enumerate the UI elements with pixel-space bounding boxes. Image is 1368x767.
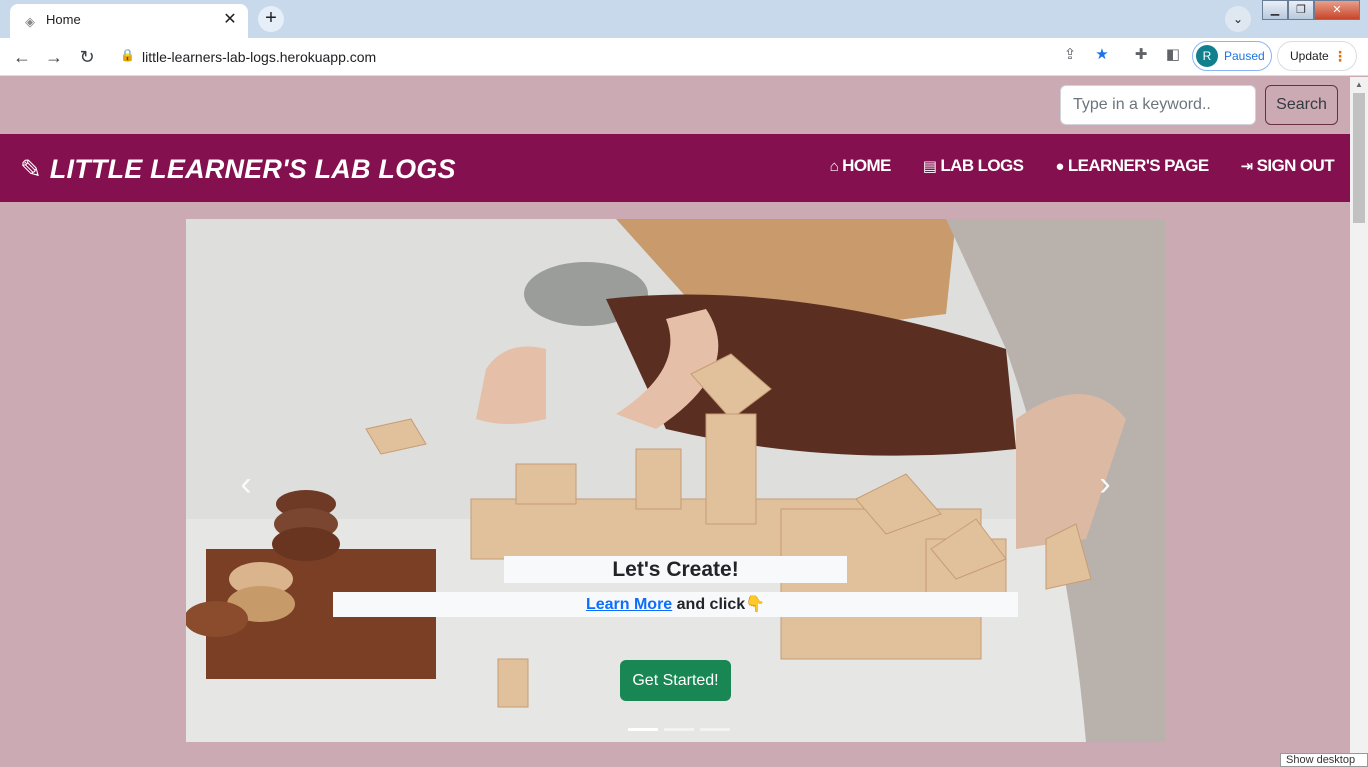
pencil-icon: ✎	[20, 153, 42, 184]
nav-home-label: HOME	[842, 156, 891, 175]
learn-more-link[interactable]: Learn More	[586, 596, 672, 613]
star-icon[interactable]: ★	[1092, 45, 1112, 65]
nav-learners-page[interactable]: ● LEARNER'S PAGE	[1055, 156, 1209, 176]
search-input[interactable]	[1060, 85, 1256, 125]
brand-title: LITTLE LEARNER'S LAB LOGS	[49, 153, 456, 184]
show-desktop-tooltip: Show desktop	[1280, 753, 1368, 767]
carousel-prev-icon[interactable]: ‹	[231, 464, 261, 504]
avatar: R	[1196, 45, 1218, 67]
caption-rest-text: and click👇	[672, 596, 766, 613]
close-window-icon[interactable]: ✕	[1314, 0, 1360, 20]
nav-learners-page-label: LEARNER'S PAGE	[1067, 156, 1209, 175]
carousel-caption-title: Let's Create!	[504, 556, 847, 583]
brand-link[interactable]: ✎ LITTLE LEARNER'S LAB LOGS	[20, 152, 456, 186]
nav-sign-out[interactable]: ⇥ SIGN OUT	[1240, 156, 1335, 176]
back-icon[interactable]: ←	[10, 45, 34, 69]
scroll-up-icon[interactable]: ▲	[1355, 80, 1363, 89]
browser-tabstrip: ◈ Home ✕ + ⌄ ▁ ❐ ✕	[0, 0, 1368, 38]
update-button[interactable]: Update ⋮	[1277, 41, 1357, 71]
nav-home[interactable]: ⌂ HOME	[829, 156, 892, 176]
carousel-indicator-3[interactable]	[700, 728, 730, 731]
page-content: Search ✎ LITTLE LEARNER'S LAB LOGS ⌂ HOM…	[0, 77, 1350, 767]
carousel-indicator-2[interactable]	[664, 728, 694, 731]
carousel-indicator-1[interactable]	[628, 728, 658, 731]
url-text[interactable]: little-learners-lab-logs.herokuapp.com	[142, 49, 376, 65]
sign-out-icon: ⇥	[1240, 158, 1254, 175]
window-controls: ▁ ❐ ✕	[1262, 0, 1360, 22]
nav-links: ⌂ HOME ▤ LAB LOGS ● LEARNER'S PAGE ⇥ SIG…	[798, 156, 1335, 176]
forward-icon[interactable]: →	[42, 45, 66, 69]
restore-icon[interactable]: ❐	[1288, 0, 1314, 20]
menu-dots-icon: ⋮	[1333, 48, 1347, 64]
book-icon: ▤	[922, 158, 937, 175]
tab-search-icon[interactable]: ⌄	[1225, 6, 1251, 32]
minimize-icon[interactable]: ▁	[1262, 0, 1288, 20]
profile-button[interactable]: R Paused	[1192, 41, 1272, 71]
user-icon: ●	[1055, 157, 1064, 175]
profile-status: Paused	[1224, 49, 1265, 63]
nav-lab-logs-label: LAB LOGS	[940, 156, 1024, 175]
tab-close-icon[interactable]: ✕	[220, 10, 240, 30]
carousel-next-icon[interactable]: ›	[1090, 464, 1120, 504]
puzzle-icon[interactable]: ✚	[1131, 45, 1151, 65]
scroll-thumb[interactable]	[1353, 93, 1365, 223]
browser-tab[interactable]: ◈ Home ✕	[10, 4, 248, 38]
tab-title: Home	[46, 12, 81, 27]
new-tab-button[interactable]: +	[258, 6, 284, 32]
share-icon[interactable]: ⇪	[1060, 45, 1080, 65]
search-button[interactable]: Search	[1265, 85, 1338, 125]
tab-favicon-icon: ◈	[25, 14, 35, 29]
side-panel-icon[interactable]: ◧	[1163, 45, 1183, 65]
carousel-indicators	[625, 728, 733, 731]
browser-toolbar: ← → ↻ 🔒 little-learners-lab-logs.herokua…	[0, 38, 1368, 76]
reload-icon[interactable]: ↻	[75, 45, 99, 69]
update-label: Update	[1290, 49, 1329, 63]
carousel-caption-subtitle: Learn More and click👇	[333, 592, 1018, 617]
nav-lab-logs[interactable]: ▤ LAB LOGS	[923, 156, 1024, 176]
nav-sign-out-label: SIGN OUT	[1256, 156, 1335, 175]
get-started-button[interactable]: Get Started!	[620, 660, 731, 701]
page-scrollbar[interactable]: ▲	[1350, 77, 1368, 767]
hero-carousel: ‹ › Let's Create! Learn More and click👇 …	[186, 219, 1165, 742]
lock-icon: 🔒	[120, 48, 135, 62]
site-navbar: ✎ LITTLE LEARNER'S LAB LOGS ⌂ HOME ▤ LAB…	[0, 134, 1350, 202]
home-icon: ⌂	[829, 157, 839, 175]
